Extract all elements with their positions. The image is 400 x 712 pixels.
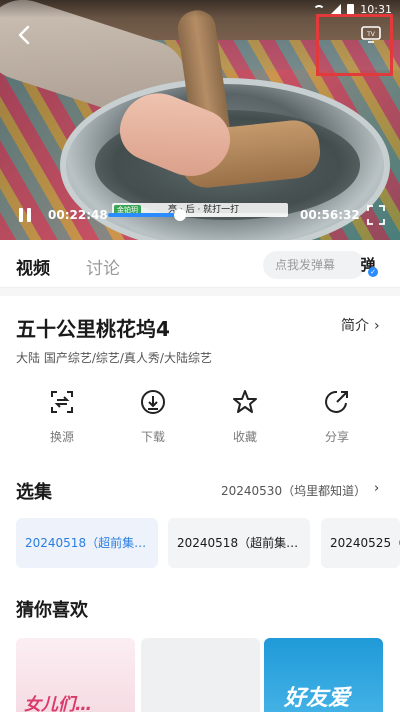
recommend-card[interactable] xyxy=(141,638,260,712)
pause-button[interactable] xyxy=(16,206,34,224)
recommend-logo: 女儿们… xyxy=(24,695,92,712)
back-arrow-icon xyxy=(18,25,30,45)
star-icon xyxy=(233,390,257,413)
progress-thumb[interactable] xyxy=(174,209,186,221)
player-control-bar: 00:22:48 金铂玥 亮 · 后 · 就打一打 00:56:32 xyxy=(0,196,400,236)
episodes-heading: 选集 xyxy=(16,482,52,503)
action-label-share: 分享 xyxy=(324,430,349,444)
action-row: 换源 下载 收藏 分享 xyxy=(0,388,400,452)
recommend-card[interactable]: 女儿们… xyxy=(16,638,135,712)
danmaku-input[interactable]: 点我发弹幕 xyxy=(263,251,365,279)
back-button[interactable] xyxy=(14,24,36,46)
progress-fill xyxy=(108,213,180,217)
share-icon xyxy=(325,390,348,413)
danmaku-on-check-icon: ✓ xyxy=(368,267,378,277)
show-title: 五十公里桃花坞4 xyxy=(16,317,170,341)
chevron-right-icon[interactable]: › xyxy=(374,318,380,334)
total-time: 00:56:32 xyxy=(300,208,360,222)
recommend-logo: 好友爱 xyxy=(284,686,351,711)
episode-card[interactable]: 20240518（超前集… xyxy=(168,518,310,568)
chevron-right-icon[interactable]: › xyxy=(374,481,379,496)
signal-icon xyxy=(331,4,342,14)
episode-card[interactable]: 20240518（超前集… xyxy=(16,518,158,568)
episodes-current[interactable]: 20240530（坞里都知道） xyxy=(221,482,366,499)
tab-discussion[interactable]: 讨论 xyxy=(86,254,120,279)
show-tags: 大陆 国产综艺/综艺/真人秀/大陆综艺 xyxy=(16,351,212,365)
download-icon xyxy=(141,390,165,414)
fullscreen-icon xyxy=(367,205,385,225)
highlight-annotation-box xyxy=(316,14,393,76)
switch-source-icon xyxy=(51,391,73,413)
share-button[interactable]: 分享 xyxy=(307,388,367,445)
switch-source-button[interactable]: 换源 xyxy=(32,388,92,445)
action-label-download: 下载 xyxy=(140,430,165,444)
action-label-favorite: 收藏 xyxy=(232,430,257,444)
action-label-switch-source: 换源 xyxy=(49,430,74,444)
download-button[interactable]: 下载 xyxy=(123,388,183,445)
wifi-icon xyxy=(313,5,326,13)
favorite-button[interactable]: 收藏 xyxy=(215,388,275,445)
recommend-card[interactable]: 好友爱 xyxy=(264,638,383,712)
pause-icon-bar-right xyxy=(27,208,31,222)
battery-icon xyxy=(347,3,355,15)
episode-card[interactable]: 20240525（ xyxy=(321,518,400,568)
recommend-heading: 猜你喜欢 xyxy=(16,600,88,621)
current-time: 00:22:48 xyxy=(48,208,108,222)
pause-icon-bar-left xyxy=(19,208,23,222)
content-tabs: 视频 讨论 点我发弹幕 弹 ✓ xyxy=(0,240,400,288)
tab-video[interactable]: 视频 xyxy=(16,254,50,279)
progress-bar[interactable] xyxy=(108,209,288,221)
video-player[interactable]: 10:31 TV 00:22:48 金铂玥 亮 · 后 · 就打一打 00:56… xyxy=(0,0,400,240)
fullscreen-button[interactable] xyxy=(366,204,386,226)
intro-link[interactable]: 简介 xyxy=(341,315,369,335)
section-divider xyxy=(0,288,400,296)
